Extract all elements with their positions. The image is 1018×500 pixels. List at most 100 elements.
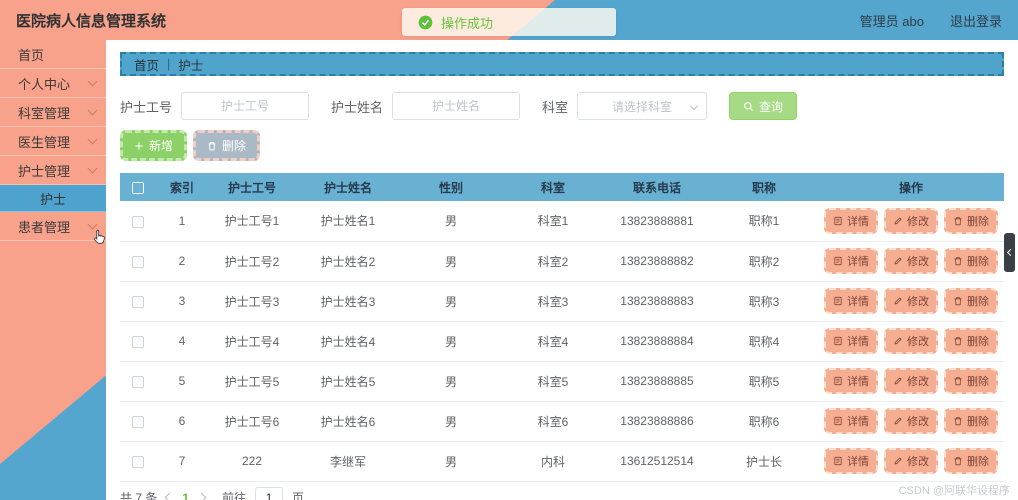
nurse-name-input[interactable] xyxy=(392,92,521,120)
sidebar-item-personal-center[interactable]: 个人中心 xyxy=(0,69,106,98)
row-checkbox[interactable] xyxy=(132,375,144,388)
column-phone: 联系电话 xyxy=(604,173,710,201)
pencil-icon xyxy=(894,297,902,305)
pencil-icon xyxy=(894,337,902,345)
query-button[interactable]: 查询 xyxy=(729,92,798,120)
detail-button[interactable]: 详情 xyxy=(824,328,878,354)
delete-button[interactable]: 删除 xyxy=(944,448,998,474)
delete-button[interactable]: 删除 xyxy=(944,328,998,354)
cell-phone: 13823888884 xyxy=(604,321,710,362)
table-row: 3 护士工号3 护士姓名3 男 科室3 13823888883 职称3 详情 修… xyxy=(120,281,1004,322)
cell-gender: 男 xyxy=(400,201,502,242)
goto-page-input[interactable] xyxy=(255,486,284,500)
page-unit-label: 页 xyxy=(292,491,305,500)
cell-nurse-name: 护士姓名4 xyxy=(296,321,400,362)
document-icon xyxy=(834,336,842,346)
delete-button[interactable]: 删除 xyxy=(944,248,998,274)
edit-button[interactable]: 修改 xyxy=(884,448,938,474)
sidebar-item-department-management[interactable]: 科室管理 xyxy=(0,98,106,127)
cell-nurse-id: 222 xyxy=(208,441,296,482)
delete-button-label: 删除 xyxy=(222,139,247,153)
table-row: 7 222 李继军 男 内科 13612512514 护士长 详情 修改 删除 xyxy=(120,441,1004,482)
column-gender: 性别 xyxy=(400,173,502,201)
app-window: 医院病人信息管理系统 管理员 abo 退出登录 操作成功 首页 个人中心 科室管… xyxy=(0,0,1018,500)
row-checkbox[interactable] xyxy=(132,415,144,428)
row-checkbox[interactable] xyxy=(132,215,144,228)
cell-index: 1 xyxy=(156,201,208,242)
cell-index: 7 xyxy=(156,441,208,482)
row-checkbox[interactable] xyxy=(132,335,144,348)
cell-department: 科室2 xyxy=(502,241,604,282)
pencil-icon xyxy=(894,377,902,385)
edit-button[interactable]: 修改 xyxy=(884,288,938,314)
sidebar-item-nurse-management[interactable]: 护士管理 xyxy=(0,156,106,185)
department-select[interactable]: 请选择科室 xyxy=(577,92,708,120)
nurse-id-label: 护士工号 xyxy=(120,99,173,115)
cell-phone: 13823888881 xyxy=(604,201,710,242)
admin-user-label: 管理员 abo xyxy=(859,13,924,29)
sidebar-item-doctor-management[interactable]: 医生管理 xyxy=(0,127,106,156)
cell-nurse-name: 护士姓名2 xyxy=(296,241,400,282)
cell-department: 科室1 xyxy=(502,201,604,242)
cell-phone: 13612512514 xyxy=(604,441,710,482)
nurse-id-input[interactable] xyxy=(181,92,310,120)
sidebar-item-patient-management[interactable]: 患者管理 xyxy=(0,212,106,241)
batch-delete-button[interactable]: 删除 xyxy=(193,130,261,161)
nurse-table: 索引 护士工号 护士姓名 性别 科室 联系电话 职称 操作 1 护士工号1 护士… xyxy=(120,173,1004,482)
breadcrumb: 首页 | 护士 xyxy=(120,52,1004,76)
edit-button[interactable]: 修改 xyxy=(884,368,938,394)
delete-button[interactable]: 删除 xyxy=(944,288,998,314)
edit-button[interactable]: 修改 xyxy=(884,248,938,274)
logout-link[interactable]: 退出登录 xyxy=(950,11,1002,30)
sidebar-item-label: 医生管理 xyxy=(18,134,71,150)
row-checkbox[interactable] xyxy=(132,295,144,308)
edit-button[interactable]: 修改 xyxy=(884,328,938,354)
column-actions: 操作 xyxy=(818,173,1004,201)
select-all-checkbox[interactable] xyxy=(132,181,144,194)
trash-icon xyxy=(954,257,962,266)
detail-button[interactable]: 详情 xyxy=(824,408,878,434)
column-index: 索引 xyxy=(156,173,208,201)
trash-icon xyxy=(954,337,962,346)
delete-button[interactable]: 删除 xyxy=(944,368,998,394)
detail-button[interactable]: 详情 xyxy=(824,448,878,474)
chevron-down-icon xyxy=(87,134,98,145)
detail-button[interactable]: 详情 xyxy=(824,248,878,274)
edit-button[interactable]: 修改 xyxy=(884,408,938,434)
detail-button[interactable]: 详情 xyxy=(824,288,878,314)
search-icon xyxy=(744,101,753,111)
sidebar-item-home[interactable]: 首页 xyxy=(0,40,106,69)
cell-gender: 男 xyxy=(400,361,502,402)
collapse-panel-tab[interactable] xyxy=(1004,233,1015,272)
cell-phone: 13823888885 xyxy=(604,361,710,402)
delete-button[interactable]: 删除 xyxy=(944,207,998,234)
edit-button[interactable]: 修改 xyxy=(884,207,938,234)
cell-nurse-name: 护士姓名3 xyxy=(296,281,400,322)
next-page-icon[interactable] xyxy=(196,492,207,500)
row-checkbox[interactable] xyxy=(132,255,144,268)
add-button[interactable]: 新增 xyxy=(120,130,188,161)
cell-nurse-name: 李继军 xyxy=(296,441,400,482)
current-page[interactable]: 1 xyxy=(182,491,189,500)
detail-button[interactable]: 详情 xyxy=(824,368,878,394)
document-icon xyxy=(834,216,842,225)
cell-nurse-id: 护士工号2 xyxy=(208,241,296,282)
cell-nurse-id: 护士工号3 xyxy=(208,281,296,322)
trash-icon xyxy=(208,141,216,150)
pencil-icon xyxy=(894,417,902,425)
sidebar-subitem-nurse-active[interactable]: 护士 xyxy=(0,185,106,212)
chevron-down-icon xyxy=(87,105,98,116)
delete-button[interactable]: 删除 xyxy=(944,408,998,434)
prev-page-icon[interactable] xyxy=(164,492,175,500)
breadcrumb-separator: | xyxy=(167,57,171,71)
breadcrumb-home[interactable]: 首页 xyxy=(134,55,159,74)
success-toast: 操作成功 xyxy=(402,8,616,36)
cell-department: 科室4 xyxy=(502,321,604,362)
cell-nurse-id: 护士工号6 xyxy=(208,401,296,442)
cell-index: 3 xyxy=(156,281,208,322)
pagination: 共 7 条 1 前往 页 xyxy=(120,486,1004,500)
row-checkbox[interactable] xyxy=(132,455,144,468)
trash-icon xyxy=(954,216,962,225)
detail-button[interactable]: 详情 xyxy=(824,207,878,234)
cell-title: 职称4 xyxy=(710,321,818,362)
